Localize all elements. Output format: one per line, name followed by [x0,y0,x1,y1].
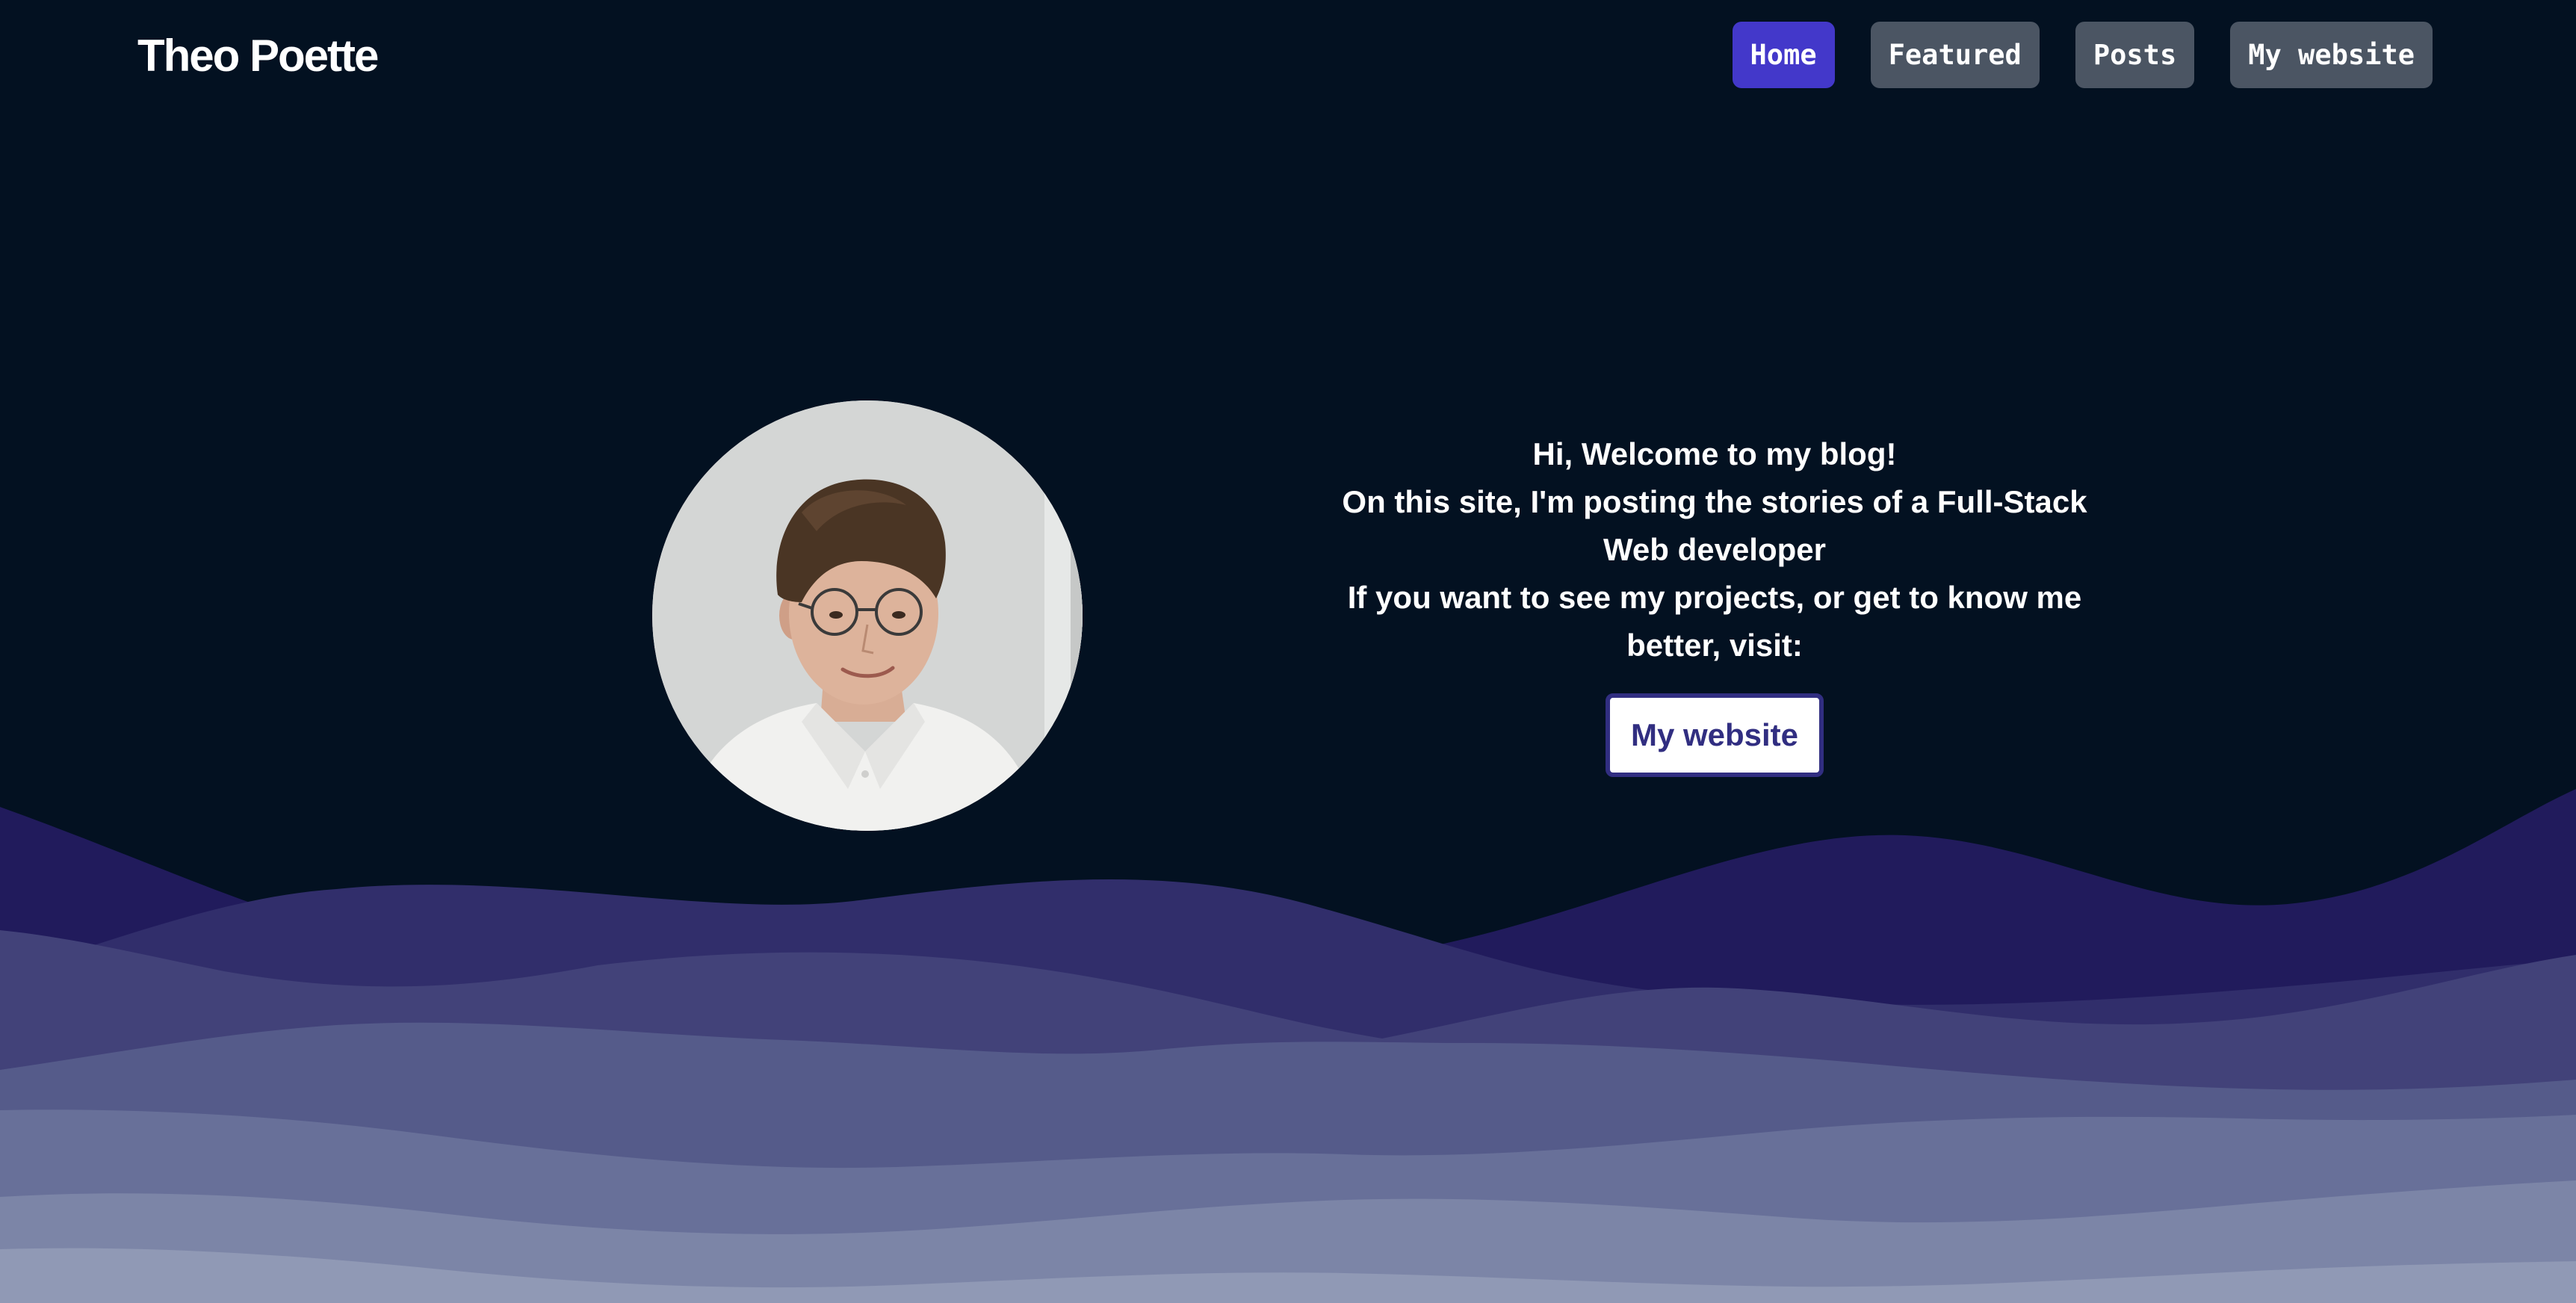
greeting-text: Hi, Welcome to my blog! [1532,436,1897,471]
profile-avatar [652,400,1083,831]
profile-photo [652,400,1083,831]
my-website-cta-button[interactable]: My website [1606,693,1824,777]
intro-line-text: On this site, I'm posting the stories of… [1342,484,2087,567]
blog-home-page: Theo Poette Home Featured Posts My websi… [0,0,2576,1303]
intro-text: Hi, Welcome to my blog! On this site, I'… [1337,430,2092,669]
hero-section: Hi, Welcome to my blog! On this site, I'… [0,0,2576,1303]
visit-line-text: If you want to see my projects, or get t… [1347,580,2082,663]
